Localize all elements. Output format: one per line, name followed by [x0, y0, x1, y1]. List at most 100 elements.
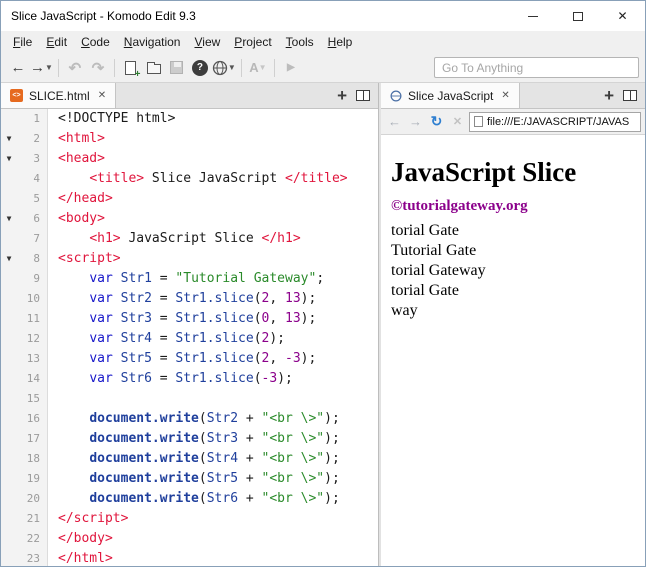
- code-line-17[interactable]: 17 document.write(Str3 + "<br \>");: [1, 429, 378, 449]
- code-text: document.write(Str6 + "<br \>");: [89, 491, 340, 506]
- fold-margin: [1, 529, 17, 549]
- close-button[interactable]: ✕: [600, 1, 645, 31]
- menu-navigation[interactable]: Navigation: [117, 33, 188, 51]
- font-button[interactable]: A ▼: [247, 56, 269, 80]
- split-view-button[interactable]: [356, 90, 370, 101]
- code-line-11[interactable]: 11 var Str3 = Str1.slice(0, 13);: [1, 309, 378, 329]
- forward-button[interactable]: → ▼: [30, 56, 53, 80]
- refresh-button[interactable]: ↻: [427, 112, 446, 132]
- url-text: file:///E:/JAVASCRIPT/JAVAS: [487, 115, 630, 128]
- code-line-7[interactable]: 7 <h1> JavaScript Slice </h1>: [1, 229, 378, 249]
- tab-slice-javascript[interactable]: Slice JavaScript ✕: [381, 83, 520, 108]
- back-icon: ←: [10, 59, 26, 76]
- toolbar-separator: [57, 58, 59, 77]
- code-text: <h1> JavaScript Slice </h1>: [89, 231, 301, 246]
- editor-pane: <> SLICE.html ✕ + 1 <!DOCTYPE html> ▼ 2 <htm…: [1, 83, 378, 566]
- code-line-18[interactable]: 18 document.write(Str4 + "<br \>");: [1, 449, 378, 469]
- globe-icon: [212, 60, 228, 75]
- code-text: </head>: [58, 191, 113, 206]
- code-text: var Str5 = Str1.slice(2, -3);: [89, 351, 317, 366]
- go-to-anything-input[interactable]: [434, 57, 639, 78]
- watermark-text: ©tutorialgateway.org: [391, 198, 528, 214]
- line-number: 11: [17, 309, 48, 329]
- code-text: <head>: [58, 151, 105, 166]
- save-button[interactable]: [166, 56, 188, 80]
- menu-project[interactable]: Project: [227, 33, 278, 51]
- new-tab-button[interactable]: +: [604, 87, 614, 104]
- menu-file[interactable]: File: [6, 33, 39, 51]
- refresh-icon: ↻: [430, 113, 443, 129]
- fold-margin: [1, 309, 17, 329]
- code-text: document.write(Str5 + "<br \>");: [89, 471, 340, 486]
- fold-margin: [1, 509, 17, 529]
- fold-arrow-icon[interactable]: ▼: [1, 149, 17, 169]
- code-text: document.write(Str3 + "<br \>");: [89, 431, 340, 446]
- code-line-16[interactable]: 16 document.write(Str2 + "<br \>");: [1, 409, 378, 429]
- close-tab-icon[interactable]: ✕: [98, 90, 106, 101]
- code-line-21[interactable]: 21 </script>: [1, 509, 378, 529]
- stop-button[interactable]: ✕: [448, 112, 467, 132]
- browser-forward-button[interactable]: →: [406, 112, 425, 132]
- browser-back-button[interactable]: ←: [385, 112, 404, 132]
- line-number: 21: [17, 509, 48, 529]
- code-line-8[interactable]: ▼ 8 <script>: [1, 249, 378, 269]
- close-tab-icon[interactable]: ✕: [501, 90, 509, 101]
- code-line-1[interactable]: 1 <!DOCTYPE html>: [1, 109, 378, 129]
- code-line-12[interactable]: 12 var Str4 = Str1.slice(2);: [1, 329, 378, 349]
- line-number: 13: [17, 349, 48, 369]
- new-tab-button[interactable]: +: [337, 87, 347, 104]
- help-button[interactable]: ?: [189, 56, 211, 80]
- code-editor[interactable]: 1 <!DOCTYPE html> ▼ 2 <html> ▼ 3 <head> 4 <title…: [1, 109, 378, 566]
- fold-arrow-icon[interactable]: ▼: [1, 129, 17, 149]
- code-line-15[interactable]: 15: [1, 389, 378, 409]
- close-icon: ✕: [617, 9, 628, 23]
- line-number: 3: [17, 149, 48, 169]
- html-file-icon: <>: [10, 89, 23, 102]
- menu-help[interactable]: Help: [321, 33, 360, 51]
- minimize-button[interactable]: [510, 1, 555, 31]
- code-line-23[interactable]: 23 </html>: [1, 549, 378, 566]
- code-text: var Str3 = Str1.slice(0, 13);: [89, 311, 317, 326]
- fold-arrow-icon[interactable]: ▼: [1, 209, 17, 229]
- code-line-20[interactable]: 20 document.write(Str6 + "<br \>");: [1, 489, 378, 509]
- back-button[interactable]: ←: [7, 56, 29, 80]
- code-line-22[interactable]: 22 </body>: [1, 529, 378, 549]
- code-line-13[interactable]: 13 var Str5 = Str1.slice(2, -3);: [1, 349, 378, 369]
- play-icon: ▶: [286, 62, 295, 73]
- fold-margin: [1, 289, 17, 309]
- code-line-6[interactable]: ▼ 6 <body>: [1, 209, 378, 229]
- code-line-9[interactable]: 9 var Str1 = "Tutorial Gateway";: [1, 269, 378, 289]
- code-text: <script>: [58, 251, 121, 266]
- code-line-3[interactable]: ▼ 3 <head>: [1, 149, 378, 169]
- new-file-icon: [125, 60, 140, 80]
- fold-arrow-icon[interactable]: ▼: [1, 249, 17, 269]
- code-line-2[interactable]: ▼ 2 <html>: [1, 129, 378, 149]
- browser-preview-button[interactable]: ▼: [212, 56, 236, 80]
- menu-bar: File Edit Code Navigation View Project Tools He…: [1, 31, 645, 53]
- line-number: 23: [17, 549, 48, 566]
- menu-view[interactable]: View: [187, 33, 227, 51]
- undo-button[interactable]: ↶: [64, 56, 86, 80]
- split-view-button[interactable]: [623, 90, 637, 101]
- code-line-14[interactable]: 14 var Str6 = Str1.slice(-3);: [1, 369, 378, 389]
- code-line-19[interactable]: 19 document.write(Str5 + "<br \>");: [1, 469, 378, 489]
- menu-code[interactable]: Code: [74, 33, 117, 51]
- new-file-button[interactable]: [120, 56, 142, 80]
- tab-slice-html[interactable]: <> SLICE.html ✕: [1, 83, 117, 108]
- code-line-4[interactable]: 4 <title> Slice JavaScript </title>: [1, 169, 378, 189]
- browser-page: JavaScript Slice ©tutorialgateway.org to…: [381, 135, 645, 566]
- redo-button[interactable]: ↷: [87, 56, 109, 80]
- maximize-button[interactable]: [555, 1, 600, 31]
- font-icon: A: [249, 60, 259, 75]
- code-line-10[interactable]: 10 var Str2 = Str1.slice(2, 13);: [1, 289, 378, 309]
- open-file-button[interactable]: [143, 56, 165, 80]
- menu-tools[interactable]: Tools: [279, 33, 321, 51]
- menu-edit[interactable]: Edit: [39, 33, 74, 51]
- code-line-5[interactable]: 5 </head>: [1, 189, 378, 209]
- output-line: torial Gate: [391, 222, 459, 239]
- address-bar[interactable]: file:///E:/JAVASCRIPT/JAVAS: [469, 111, 641, 132]
- help-icon: ?: [191, 59, 208, 76]
- chevron-down-icon: ▼: [227, 63, 236, 72]
- run-macro-button[interactable]: ▶: [280, 56, 302, 80]
- code-text: var Str2 = Str1.slice(2, 13);: [89, 291, 317, 306]
